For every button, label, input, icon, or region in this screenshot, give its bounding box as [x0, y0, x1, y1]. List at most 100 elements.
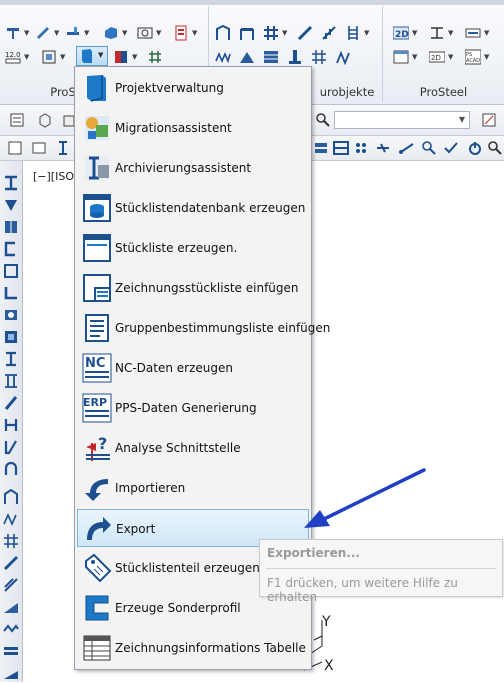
wave-tool-icon[interactable]: [3, 621, 19, 637]
bars-tool-icon[interactable]: [3, 643, 19, 659]
ribbon-beam-icon[interactable]: [34, 24, 52, 42]
ribbon-truss-icon[interactable]: [214, 48, 232, 66]
ribbon-rail-icon[interactable]: [320, 24, 338, 42]
ribbon-hash-icon[interactable]: [310, 48, 328, 66]
dropdown-arrow-icon[interactable]: ▼: [364, 29, 369, 37]
double-i-icon[interactable]: [3, 373, 19, 389]
dropdown-arrow-icon[interactable]: ▼: [412, 53, 417, 61]
menu-item-migrationsassistent[interactable]: Migrationsassistent: [77, 109, 309, 147]
toolbar-zoom-icon[interactable]: [486, 139, 504, 157]
ribbon-stair-icon[interactable]: [296, 24, 314, 42]
tube-icon[interactable]: [3, 307, 19, 323]
menu-item-stuecklistendatenbank[interactable]: Stücklistendatenbank erzeugen: [77, 189, 309, 227]
dropdown-arrow-icon[interactable]: ▼: [459, 115, 465, 124]
ribbon-tool-icon[interactable]: [4, 24, 22, 42]
ribbon-view-icon[interactable]: [392, 48, 410, 66]
view-combo-box[interactable]: ▼: [334, 111, 470, 129]
ribbon-multicolor-icon[interactable]: [112, 48, 130, 66]
ribbon-scale-icon[interactable]: 12.0: [4, 48, 22, 66]
dropdown-arrow-icon[interactable]: ▼: [192, 29, 197, 37]
shape-tool-icon[interactable]: [3, 197, 19, 213]
slope-tool-icon[interactable]: [3, 665, 19, 681]
ribbon-roof-icon[interactable]: [238, 48, 256, 66]
dropdown-arrow-icon[interactable]: ▼: [484, 53, 489, 61]
toolbar-weld-icon[interactable]: [374, 139, 392, 157]
toolbar-bolts-icon[interactable]: [352, 139, 370, 157]
ribbon-column-icon[interactable]: [286, 48, 304, 66]
dropdown-arrow-icon[interactable]: ▼: [282, 29, 287, 37]
truss-tool-icon[interactable]: [3, 511, 19, 527]
menu-item-projektverwaltung[interactable]: Projektverwaltung: [77, 69, 309, 107]
ribbon-list-icon[interactable]: [172, 24, 190, 42]
frame-profile-icon[interactable]: [3, 263, 19, 279]
menu-item-archivierungsassistent[interactable]: Archivierungsassistent: [77, 149, 309, 187]
ribbon-portal-icon[interactable]: [238, 24, 256, 42]
angle-profile-icon[interactable]: [3, 285, 19, 301]
frame-arch-icon[interactable]: [3, 488, 19, 505]
v-profile-icon[interactable]: [3, 439, 19, 455]
toolbar-check-icon[interactable]: [442, 139, 460, 157]
dropdown-arrow-icon[interactable]: ▼: [54, 29, 59, 37]
zoom-icon[interactable]: [314, 111, 332, 129]
ribbon-hole-icon[interactable]: [136, 24, 154, 42]
toolbar-rect-icon[interactable]: [6, 139, 24, 157]
dropdown-arrow-icon[interactable]: ▼: [484, 29, 489, 37]
toolbar-box-icon[interactable]: [36, 111, 54, 129]
i-beam-icon[interactable]: [3, 175, 19, 191]
h-profile-icon[interactable]: [3, 417, 19, 433]
ribbon-zigzag-icon[interactable]: [334, 48, 352, 66]
ramp-tool-icon[interactable]: [3, 599, 19, 615]
menu-item-nc-daten[interactable]: NC NC-Daten erzeugen: [77, 349, 309, 387]
plate-profile-icon[interactable]: [3, 329, 19, 345]
dropdown-arrow-icon[interactable]: ▼: [98, 51, 103, 59]
dropdown-arrow-icon[interactable]: ▼: [24, 29, 29, 37]
menu-item-pps-daten[interactable]: ERP PPS-Daten Generierung: [77, 389, 309, 427]
grid-tool-icon[interactable]: [3, 533, 19, 549]
channel-icon[interactable]: [3, 241, 19, 257]
dropdown-arrow-icon[interactable]: ▼: [60, 53, 65, 61]
ribbon-plate-icon[interactable]: [102, 24, 120, 42]
dropdown-arrow-icon[interactable]: ▼: [448, 53, 453, 61]
menu-item-importieren[interactable]: Importieren: [77, 469, 309, 507]
dropdown-arrow-icon[interactable]: ▼: [132, 53, 137, 61]
i-profile-icon[interactable]: [3, 351, 19, 367]
double-beam-icon[interactable]: [3, 219, 19, 235]
ribbon-connect-icon[interactable]: [64, 24, 82, 42]
ribbon-ladder-icon[interactable]: [344, 24, 362, 42]
stair-tool-icon[interactable]: [3, 555, 19, 571]
wall-tool-icon[interactable]: [3, 577, 19, 593]
toolbar-power-icon[interactable]: [466, 139, 484, 157]
project-menu-button[interactable]: ▼: [76, 46, 108, 66]
toolbar-layer-icon[interactable]: [8, 111, 26, 129]
dropdown-arrow-icon[interactable]: ▼: [412, 29, 417, 37]
ribbon-2d-icon[interactable]: 2D: [392, 24, 410, 42]
ribbon-wall-icon[interactable]: [262, 48, 280, 66]
ribbon-frame-icon[interactable]: [214, 24, 232, 42]
arch-profile-icon[interactable]: [3, 461, 19, 477]
ribbon-2d-view-icon[interactable]: 2D: [428, 48, 446, 66]
dropdown-arrow-icon[interactable]: ▼: [122, 29, 127, 37]
menu-item-zeichnungsinformations-tabelle[interactable]: Zeichnungsinformations Tabelle: [77, 629, 309, 667]
dropdown-arrow-icon[interactable]: ▼: [84, 29, 89, 37]
dropdown-arrow-icon[interactable]: ▼: [448, 29, 453, 37]
ribbon-grid-small-icon[interactable]: [146, 48, 164, 66]
slant-profile-icon[interactable]: [3, 395, 19, 411]
ribbon-layout-icon[interactable]: [40, 48, 58, 66]
dropdown-arrow-icon[interactable]: ▼: [24, 53, 29, 61]
menu-item-stueckliste[interactable]: Stückliste erzeugen.: [77, 229, 309, 267]
toolbar-profile-icon[interactable]: [54, 139, 72, 157]
menu-item-gruppenbestimmungsliste[interactable]: Gruppenbestimmungsliste einfügen: [77, 309, 330, 347]
ribbon-label-icon[interactable]: [464, 24, 482, 42]
ribbon-dim-icon[interactable]: [428, 24, 446, 42]
toolbar-stack-icon[interactable]: [332, 139, 350, 157]
toolbar-settings-icon[interactable]: [480, 111, 498, 129]
toolbar-line-icon[interactable]: [398, 139, 416, 157]
toolbar-magnify-icon[interactable]: [420, 139, 438, 157]
ribbon-grid-icon[interactable]: [262, 24, 280, 42]
ribbon-acad-icon[interactable]: PS ACAD: [464, 48, 482, 66]
dropdown-arrow-icon[interactable]: ▼: [156, 29, 161, 37]
menu-item-zeichnungsstueckliste[interactable]: Zeichnungsstückliste einfügen: [77, 269, 309, 307]
menu-item-analyse-schnittstelle[interactable]: ? Analyse Schnittstelle: [77, 429, 309, 467]
toolbar-rect2-icon[interactable]: [30, 139, 48, 157]
toolbar-plates-icon[interactable]: [312, 139, 330, 157]
